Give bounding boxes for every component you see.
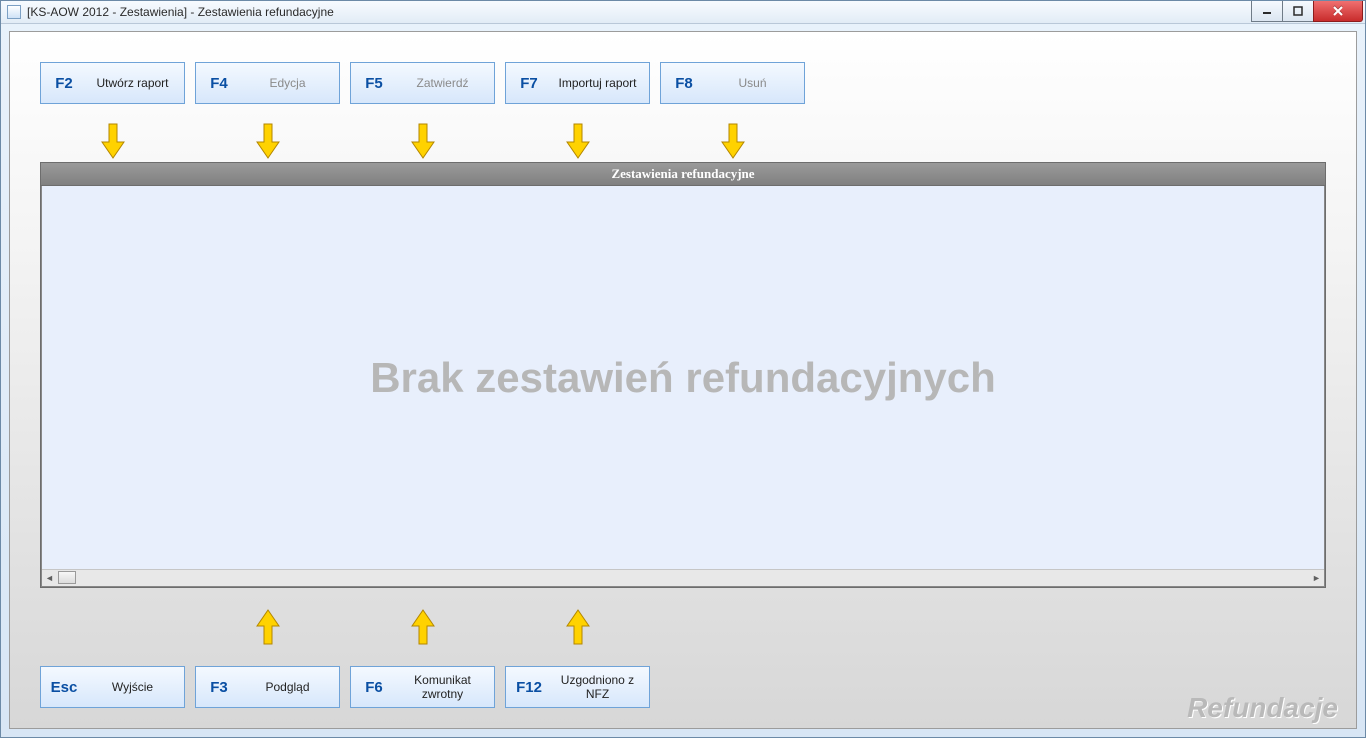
key-label: Esc <box>41 679 87 696</box>
app-window: [KS-AOW 2012 - Zestawienia] - Zestawieni… <box>0 0 1366 738</box>
grid-empty-message: Brak zestawień refundacyjnych <box>370 354 996 402</box>
watermark: Refundacje <box>1187 692 1338 724</box>
key-label: F5 <box>351 75 397 92</box>
bottom-arrow-row <box>40 608 650 646</box>
maximize-icon <box>1293 6 1303 16</box>
minimize-icon <box>1262 6 1272 16</box>
button-label: Wyjście <box>87 680 184 694</box>
top_buttons-f8-button[interactable]: F8Usuń <box>660 62 805 104</box>
window-title: [KS-AOW 2012 - Zestawienia] - Zestawieni… <box>27 5 334 19</box>
grid-body: Brak zestawień refundacyjnych <box>42 186 1324 569</box>
client-area: F2Utwórz raportF4EdycjaF5ZatwierdźF7Impo… <box>9 31 1357 729</box>
grid-panel: Zestawienia refundacyjne Brak zestawień … <box>40 162 1326 588</box>
key-label: F7 <box>506 75 552 92</box>
arrow-down-icon <box>253 122 283 160</box>
bottom_buttons-f3-button[interactable]: F3Podgląd <box>195 666 340 708</box>
maximize-button[interactable] <box>1282 1 1314 22</box>
button-label: Utwórz raport <box>87 76 184 90</box>
top_buttons-f5-button[interactable]: F5Zatwierdź <box>350 62 495 104</box>
titlebar: [KS-AOW 2012 - Zestawienia] - Zestawieni… <box>1 1 1365 24</box>
arrow-down-icon <box>563 122 593 160</box>
top-button-row: F2Utwórz raportF4EdycjaF5ZatwierdźF7Impo… <box>40 62 805 104</box>
close-button[interactable] <box>1313 1 1363 22</box>
bottom_buttons-esc-button[interactable]: EscWyjście <box>40 666 185 708</box>
button-label: Uzgodniono z NFZ <box>552 673 649 701</box>
close-icon <box>1332 6 1344 16</box>
minimize-button[interactable] <box>1251 1 1283 22</box>
key-label: F8 <box>661 75 707 92</box>
top_buttons-f2-button[interactable]: F2Utwórz raport <box>40 62 185 104</box>
arrow-up-icon <box>563 608 593 646</box>
button-label: Komunikat zwrotny <box>397 673 494 701</box>
window-controls <box>1252 1 1363 21</box>
top_buttons-f4-button[interactable]: F4Edycja <box>195 62 340 104</box>
scroll-thumb[interactable] <box>58 571 76 584</box>
button-label: Importuj raport <box>552 76 649 90</box>
button-label: Podgląd <box>242 680 339 694</box>
arrow-down-icon <box>408 122 438 160</box>
app-icon <box>7 5 21 19</box>
key-label: F12 <box>506 679 552 696</box>
key-label: F2 <box>41 75 87 92</box>
horizontal-scrollbar[interactable]: ◄ ► <box>42 569 1324 586</box>
bottom-button-row: EscWyjścieF3PodglądF6Komunikat zwrotnyF1… <box>40 666 650 708</box>
arrow-up-icon <box>408 608 438 646</box>
arrow-down-icon <box>98 122 128 160</box>
key-label: F3 <box>196 679 242 696</box>
key-label: F6 <box>351 679 397 696</box>
bottom_buttons-f6-button[interactable]: F6Komunikat zwrotny <box>350 666 495 708</box>
key-label: F4 <box>196 75 242 92</box>
arrow-up-icon <box>253 608 283 646</box>
grid-header: Zestawienia refundacyjne <box>41 163 1325 186</box>
top_buttons-f7-button[interactable]: F7Importuj raport <box>505 62 650 104</box>
scroll-right-icon: ► <box>1309 570 1324 586</box>
scroll-left-icon: ◄ <box>42 570 57 586</box>
bottom_buttons-f12-button[interactable]: F12Uzgodniono z NFZ <box>505 666 650 708</box>
button-label: Usuń <box>707 76 804 90</box>
button-label: Edycja <box>242 76 339 90</box>
top-arrow-row <box>40 122 805 160</box>
arrow-down-icon <box>718 122 748 160</box>
button-label: Zatwierdź <box>397 76 494 90</box>
